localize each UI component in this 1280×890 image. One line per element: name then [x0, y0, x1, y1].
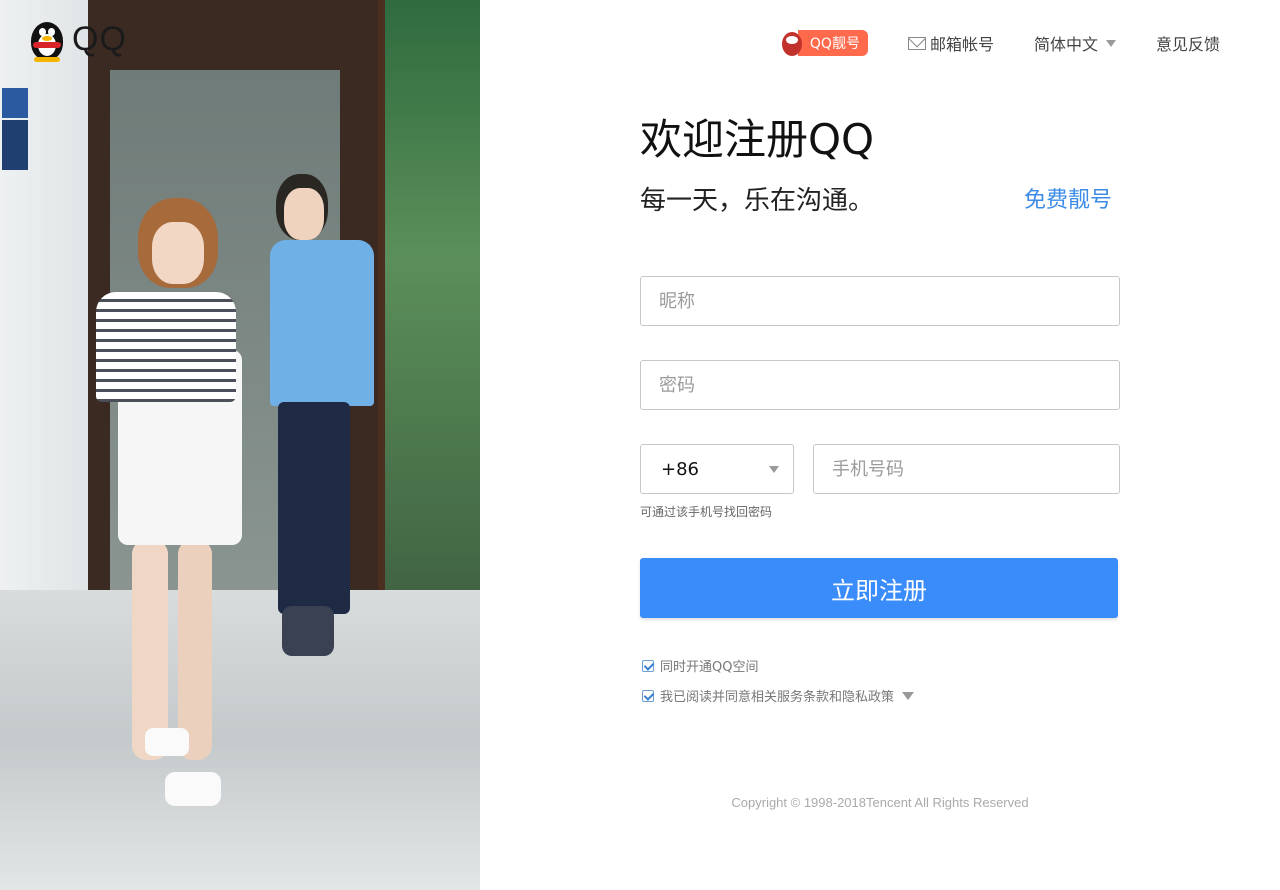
- chevron-down-icon[interactable]: [902, 691, 915, 700]
- password-input[interactable]: [641, 361, 1119, 409]
- pretty-number-link[interactable]: QQ靓号: [778, 28, 868, 58]
- photo-man-pants: [278, 402, 350, 614]
- page-title: 欢迎注册QQ: [640, 115, 875, 164]
- register-button[interactable]: 立即注册: [640, 558, 1118, 618]
- photo-street-plate: [2, 120, 28, 170]
- photo-man-shoes: [282, 606, 334, 656]
- free-pretty-number-link[interactable]: 免费靓号: [1024, 182, 1112, 214]
- mail-account-link[interactable]: 邮箱帐号: [907, 31, 994, 55]
- terms-checkbox-row[interactable]: 我已阅读并同意相关服务条款和隐私政策: [642, 686, 915, 705]
- language-label: 简体中文: [1033, 35, 1098, 54]
- photo-woman-leg: [132, 540, 168, 760]
- password-field: [640, 360, 1120, 410]
- qzone-checkbox-label: 同时开通QQ空间: [660, 660, 759, 675]
- photo-woman-striped-top: [96, 292, 236, 402]
- qzone-checkbox-row[interactable]: 同时开通QQ空间: [642, 656, 758, 675]
- checkbox-checked-icon[interactable]: [642, 659, 654, 672]
- chevron-down-icon: [1105, 39, 1116, 47]
- nickname-field: [640, 276, 1120, 326]
- photo-man-face: [284, 188, 324, 240]
- mail-envelope-icon: [907, 36, 926, 50]
- top-nav: QQ靓号 邮箱帐号 简体中文 意见反馈: [738, 28, 1220, 58]
- photo-street-sign: [2, 88, 28, 118]
- pretty-number-penguin-icon: [778, 28, 804, 58]
- photo-woman-shoe: [145, 728, 189, 756]
- mail-account-label: 邮箱帐号: [929, 35, 994, 54]
- terms-checkbox-label: 我已阅读并同意相关服务条款和隐私政策: [660, 690, 895, 705]
- feedback-link[interactable]: 意见反馈: [1156, 31, 1220, 55]
- country-code-value: +86: [661, 458, 699, 480]
- pretty-number-badge: QQ靓号: [797, 30, 868, 56]
- photo-window-greenery: [385, 0, 480, 640]
- hero-photo: [0, 0, 480, 890]
- country-code-select[interactable]: +86: [640, 444, 794, 494]
- phone-hint: 可通过该手机号找回密码: [640, 505, 773, 519]
- brand-name: QQ: [72, 19, 127, 58]
- copyright: Copyright © 1998-2018Tencent All Rights …: [731, 795, 1029, 810]
- nickname-input[interactable]: [641, 277, 1119, 325]
- language-selector[interactable]: 简体中文: [1034, 31, 1116, 55]
- chevron-down-icon: [769, 465, 779, 473]
- photo-woman-face: [152, 222, 204, 284]
- photo-woman-leg: [178, 540, 212, 760]
- photo-pavement: [0, 590, 480, 890]
- photo-man-shirt: [270, 240, 374, 406]
- qq-penguin-logo-icon: [28, 16, 66, 62]
- page-subtitle: 每一天，乐在沟通。: [640, 186, 875, 216]
- phone-field: [813, 444, 1120, 494]
- checkbox-checked-icon[interactable]: [642, 689, 654, 702]
- phone-input[interactable]: [814, 445, 1119, 493]
- qq-logo[interactable]: QQ: [28, 16, 127, 62]
- photo-woman-shoe: [165, 772, 221, 806]
